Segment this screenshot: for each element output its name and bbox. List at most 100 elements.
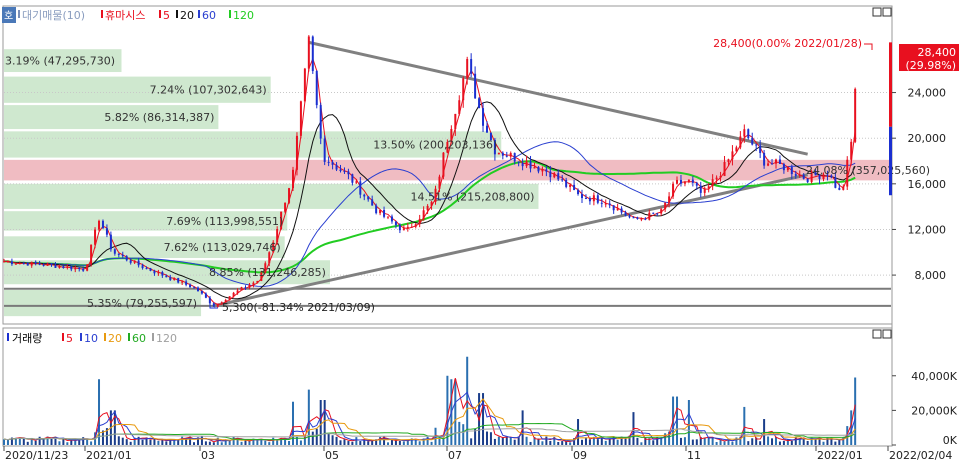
legend-ma120: 120 xyxy=(233,9,254,22)
volume-bar xyxy=(497,436,500,445)
legend-volume-title: 거래량 xyxy=(12,332,42,345)
candle-body xyxy=(616,208,619,211)
candle-body xyxy=(18,263,21,265)
price-tick-label: 24,000 xyxy=(908,87,947,100)
candle-body xyxy=(549,171,552,178)
candle-body xyxy=(565,179,568,187)
volume-bar xyxy=(418,441,421,445)
volume-bar xyxy=(794,437,797,445)
volume-bar xyxy=(767,436,770,445)
candle-body xyxy=(299,101,302,136)
candle-body xyxy=(648,212,651,220)
band-label: 8.85% (131,246,285) xyxy=(209,266,326,279)
candle-body xyxy=(105,228,108,235)
volume-bar xyxy=(390,439,393,445)
date-tick-label: 2020/11/23 xyxy=(5,449,68,462)
candle-body xyxy=(256,280,259,283)
volume-bar xyxy=(339,440,342,445)
volume-bar xyxy=(58,441,61,445)
candle-body xyxy=(731,151,734,160)
legend-volume-profile: 대기매물(10) xyxy=(22,9,85,22)
candle-body xyxy=(474,73,477,99)
candle-body xyxy=(854,88,857,142)
volume-bar xyxy=(660,437,663,445)
legend-stock-name: 휴마시스 xyxy=(105,9,145,22)
volume-bar xyxy=(561,441,564,445)
candle-body xyxy=(715,177,718,180)
date-tick-label: 09 xyxy=(573,449,587,462)
candle-body xyxy=(410,226,413,228)
volume-bar xyxy=(327,433,330,445)
candle-body xyxy=(204,293,207,298)
volume-bar xyxy=(854,377,857,445)
candle-body xyxy=(387,216,390,218)
volume-bar xyxy=(604,440,607,445)
stock-chart[interactable]: 3.19% (47,295,730) 7.24% (107,302,643) 5.8… xyxy=(0,0,961,462)
date-tick-label: 2022/01 xyxy=(817,449,863,462)
candle-body xyxy=(798,174,801,176)
legend-ma5: 5 xyxy=(163,9,170,22)
candle-body xyxy=(288,188,291,203)
candle-body xyxy=(244,287,247,289)
candle-body xyxy=(719,176,722,178)
candle-body xyxy=(442,152,445,177)
candle-body xyxy=(363,194,366,197)
candle-body xyxy=(252,282,255,286)
candle-body xyxy=(145,268,148,270)
legend-ma20: 20 xyxy=(180,9,194,22)
candle-body xyxy=(557,173,560,180)
volume-bar xyxy=(596,439,599,445)
candle-body xyxy=(672,183,675,197)
volume-bar xyxy=(212,442,215,445)
date-tick-label: 03 xyxy=(201,449,215,462)
band-label: 24.08% (357,025,560) xyxy=(806,164,930,177)
current-range-up xyxy=(889,42,892,127)
date-tick-label: 2021/01 xyxy=(86,449,132,462)
volume-bar xyxy=(743,406,746,445)
candle-body xyxy=(189,284,192,288)
candle-body xyxy=(462,78,465,101)
volume-bar xyxy=(616,439,619,445)
candle-body xyxy=(699,185,702,193)
volume-bar xyxy=(822,441,825,445)
high-annotation: 28,400(0.00% 2022/01/28) xyxy=(713,37,862,50)
volume-bar xyxy=(220,442,223,445)
candle-body xyxy=(838,187,841,190)
band-label: 5.82% (86,314,387) xyxy=(104,111,214,124)
candle-body xyxy=(573,184,576,191)
price-tick-label: 16,000 xyxy=(908,178,947,191)
candle-body xyxy=(466,59,469,79)
volume-bar xyxy=(161,439,164,445)
volume-bar xyxy=(695,439,698,445)
candle-body xyxy=(193,287,196,289)
band-label: 3.19% (47,295,730) xyxy=(5,55,115,68)
price-tick-label: 12,000 xyxy=(908,223,947,236)
candle-body xyxy=(78,267,81,269)
candle-body xyxy=(501,152,504,156)
volume-bar xyxy=(806,440,809,445)
candle-body xyxy=(284,202,287,212)
candle-body xyxy=(470,59,473,74)
candle-body xyxy=(438,176,441,189)
candle-body xyxy=(739,136,742,148)
candle-body xyxy=(335,164,338,170)
candle-body xyxy=(10,261,13,265)
candle-body xyxy=(743,129,746,137)
volume-bar xyxy=(117,436,120,445)
candle-body xyxy=(125,256,128,261)
volume-bar xyxy=(343,439,346,445)
volume-axis: 0K 20,000K 40,000K xyxy=(892,370,958,447)
volume-bar xyxy=(70,440,73,445)
candle-body xyxy=(347,171,350,175)
candle-body xyxy=(196,287,199,292)
candle-body xyxy=(561,179,564,181)
volume-bar xyxy=(489,432,492,445)
candle-body xyxy=(38,263,41,265)
legend-vol-ma120: 120 xyxy=(156,332,177,345)
volume-bar xyxy=(557,441,560,445)
candle-body xyxy=(790,167,793,175)
volume-bar xyxy=(121,437,124,445)
candle-body xyxy=(569,184,572,187)
candle-body xyxy=(695,182,698,186)
candle-body xyxy=(660,209,663,214)
